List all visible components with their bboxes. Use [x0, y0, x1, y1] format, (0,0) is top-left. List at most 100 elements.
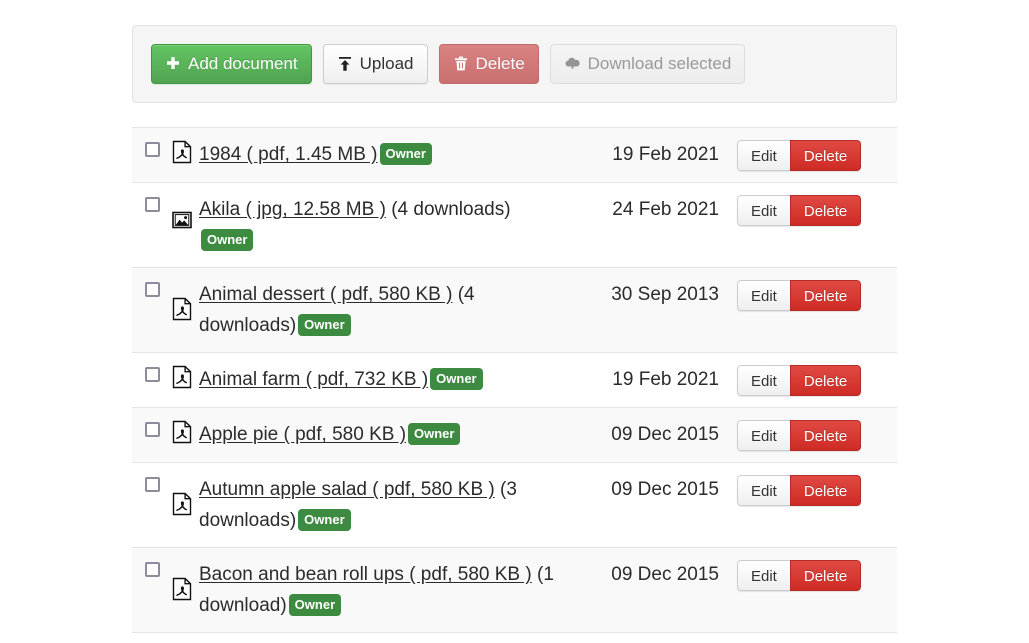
- row-button-group: Edit Delete: [737, 140, 862, 171]
- document-link[interactable]: 1984 ( pdf, 1.45 MB ): [199, 144, 378, 165]
- row-button-group: Edit Delete: [737, 475, 862, 506]
- document-date: 09 Dec 2015: [611, 424, 719, 445]
- row-button-group: Edit Delete: [737, 560, 862, 591]
- edit-button[interactable]: Edit: [737, 195, 790, 226]
- document-link[interactable]: Animal farm ( pdf, 732 KB ): [199, 369, 428, 390]
- row-checkbox[interactable]: [144, 422, 160, 437]
- document-name-text: Akila ( jpg, 12.58 MB ) (4 downloads) Own…: [199, 194, 511, 256]
- document-name-cell: Animal farm ( pdf, 732 KB ) Owner: [172, 364, 587, 395]
- document-name-text: 1984 ( pdf, 1.45 MB ) Owner: [199, 139, 432, 170]
- delete-selected-button[interactable]: Delete: [438, 44, 539, 84]
- document-link[interactable]: Animal dessert ( pdf, 580 KB ): [199, 284, 452, 305]
- delete-row-button[interactable]: Delete: [789, 140, 862, 171]
- owner-badge: Owner: [201, 229, 254, 251]
- row-select-cell: [132, 559, 172, 577]
- row-select-cell: [132, 364, 172, 382]
- pdf-file-icon: [172, 140, 192, 164]
- table-row[interactable]: Autumn apple salad ( pdf, 580 KB ) (3 do…: [132, 463, 897, 548]
- document-name-text: Animal farm ( pdf, 732 KB ) Owner: [199, 364, 483, 395]
- delete-row-button[interactable]: Delete: [789, 420, 862, 451]
- plus-icon: [165, 56, 181, 72]
- upload-label: Upload: [359, 54, 414, 73]
- pdf-file-icon: [172, 492, 192, 516]
- row-actions: Edit Delete: [737, 474, 897, 506]
- pdf-file-icon: [172, 365, 192, 389]
- document-link[interactable]: Akila ( jpg, 12.58 MB ): [199, 199, 386, 220]
- row-button-group: Edit Delete: [737, 365, 862, 396]
- download-selected-button[interactable]: Download selected: [549, 44, 746, 84]
- document-name-cell: 1984 ( pdf, 1.45 MB ) Owner: [172, 139, 587, 170]
- delete-row-button[interactable]: Delete: [789, 280, 862, 311]
- document-date: 19 Feb 2021: [612, 369, 719, 390]
- cloud-download-icon: [564, 56, 581, 71]
- download-selected-label: Download selected: [587, 54, 732, 73]
- document-date: 24 Feb 2021: [612, 199, 719, 220]
- document-date: 30 Sep 2013: [611, 284, 719, 305]
- table-row[interactable]: Apple pie ( pdf, 580 KB ) Owner 09 Dec 20…: [132, 408, 897, 463]
- document-link[interactable]: Autumn apple salad ( pdf, 580 KB ): [199, 479, 495, 500]
- row-checkbox[interactable]: [144, 367, 160, 382]
- document-date: 19 Feb 2021: [612, 144, 719, 165]
- document-name-text: Animal dessert ( pdf, 580 KB ) (4 downlo…: [199, 279, 571, 341]
- row-actions: Edit Delete: [737, 419, 897, 451]
- row-actions: Edit Delete: [737, 279, 897, 311]
- document-name-text: Autumn apple salad ( pdf, 580 KB ) (3 do…: [199, 474, 571, 536]
- document-name-cell: Bacon and bean roll ups ( pdf, 580 KB ) …: [172, 559, 587, 621]
- document-manager-page: Add document Upload Delete Download sele…: [0, 0, 1029, 643]
- owner-badge: Owner: [408, 423, 461, 445]
- row-checkbox[interactable]: [144, 197, 160, 212]
- edit-button[interactable]: Edit: [737, 475, 790, 506]
- document-link[interactable]: Apple pie ( pdf, 580 KB ): [199, 424, 406, 445]
- document-name-cell: Animal dessert ( pdf, 580 KB ) (4 downlo…: [172, 279, 587, 341]
- row-actions: Edit Delete: [737, 139, 897, 171]
- document-name-cell: Apple pie ( pdf, 580 KB ) Owner: [172, 419, 587, 450]
- trash-icon: [453, 56, 469, 72]
- row-checkbox[interactable]: [144, 477, 160, 492]
- row-button-group: Edit Delete: [737, 280, 862, 311]
- delete-row-button[interactable]: Delete: [789, 365, 862, 396]
- download-count: (4 downloads): [385, 199, 511, 220]
- table-row[interactable]: Akila ( jpg, 12.58 MB ) (4 downloads) Own…: [132, 183, 897, 268]
- table-row[interactable]: Bacon and bean roll ups ( pdf, 580 KB ) …: [132, 548, 897, 633]
- edit-button[interactable]: Edit: [737, 140, 790, 171]
- add-document-button[interactable]: Add document: [151, 44, 312, 84]
- table-row[interactable]: 1984 ( pdf, 1.45 MB ) Owner 19 Feb 2021 E…: [132, 128, 897, 183]
- row-actions: Edit Delete: [737, 194, 897, 226]
- owner-badge: Owner: [379, 143, 432, 165]
- delete-row-button[interactable]: Delete: [789, 475, 862, 506]
- owner-badge: Owner: [298, 314, 351, 336]
- document-name-cell: Autumn apple salad ( pdf, 580 KB ) (3 do…: [172, 474, 587, 536]
- edit-button[interactable]: Edit: [737, 420, 790, 451]
- document-name-text: Apple pie ( pdf, 580 KB ) Owner: [199, 419, 461, 450]
- delete-row-button[interactable]: Delete: [789, 195, 862, 226]
- edit-button[interactable]: Edit: [737, 280, 790, 311]
- row-select-cell: [132, 139, 172, 157]
- pdf-file-icon: [172, 420, 192, 444]
- row-checkbox[interactable]: [144, 142, 160, 157]
- pdf-file-icon: [172, 297, 192, 321]
- row-button-group: Edit Delete: [737, 420, 862, 451]
- pdf-file-icon: [172, 577, 192, 601]
- row-select-cell: [132, 474, 172, 492]
- row-select-cell: [132, 419, 172, 437]
- row-checkbox[interactable]: [144, 562, 160, 577]
- document-date: 09 Dec 2015: [611, 564, 719, 585]
- documents-table: 1984 ( pdf, 1.45 MB ) Owner 19 Feb 2021 E…: [132, 127, 897, 633]
- document-date: 09 Dec 2015: [611, 479, 719, 500]
- edit-button[interactable]: Edit: [737, 560, 790, 591]
- documents-toolbar: Add document Upload Delete Download sele…: [132, 25, 897, 103]
- add-document-label: Add document: [188, 54, 298, 73]
- delete-row-button[interactable]: Delete: [789, 560, 862, 591]
- row-button-group: Edit Delete: [737, 195, 862, 226]
- table-row[interactable]: Animal dessert ( pdf, 580 KB ) (4 downlo…: [132, 268, 897, 353]
- document-link[interactable]: Bacon and bean roll ups ( pdf, 580 KB ): [199, 564, 532, 585]
- row-actions: Edit Delete: [737, 364, 897, 396]
- table-row[interactable]: Animal farm ( pdf, 732 KB ) Owner 19 Feb …: [132, 353, 897, 408]
- upload-button[interactable]: Upload: [322, 44, 428, 84]
- owner-badge: Owner: [298, 509, 351, 531]
- upload-arrow-icon: [337, 56, 353, 72]
- edit-button[interactable]: Edit: [737, 365, 790, 396]
- row-checkbox[interactable]: [144, 282, 160, 297]
- document-name-cell: Akila ( jpg, 12.58 MB ) (4 downloads) Own…: [172, 194, 587, 256]
- owner-badge: Owner: [430, 368, 483, 390]
